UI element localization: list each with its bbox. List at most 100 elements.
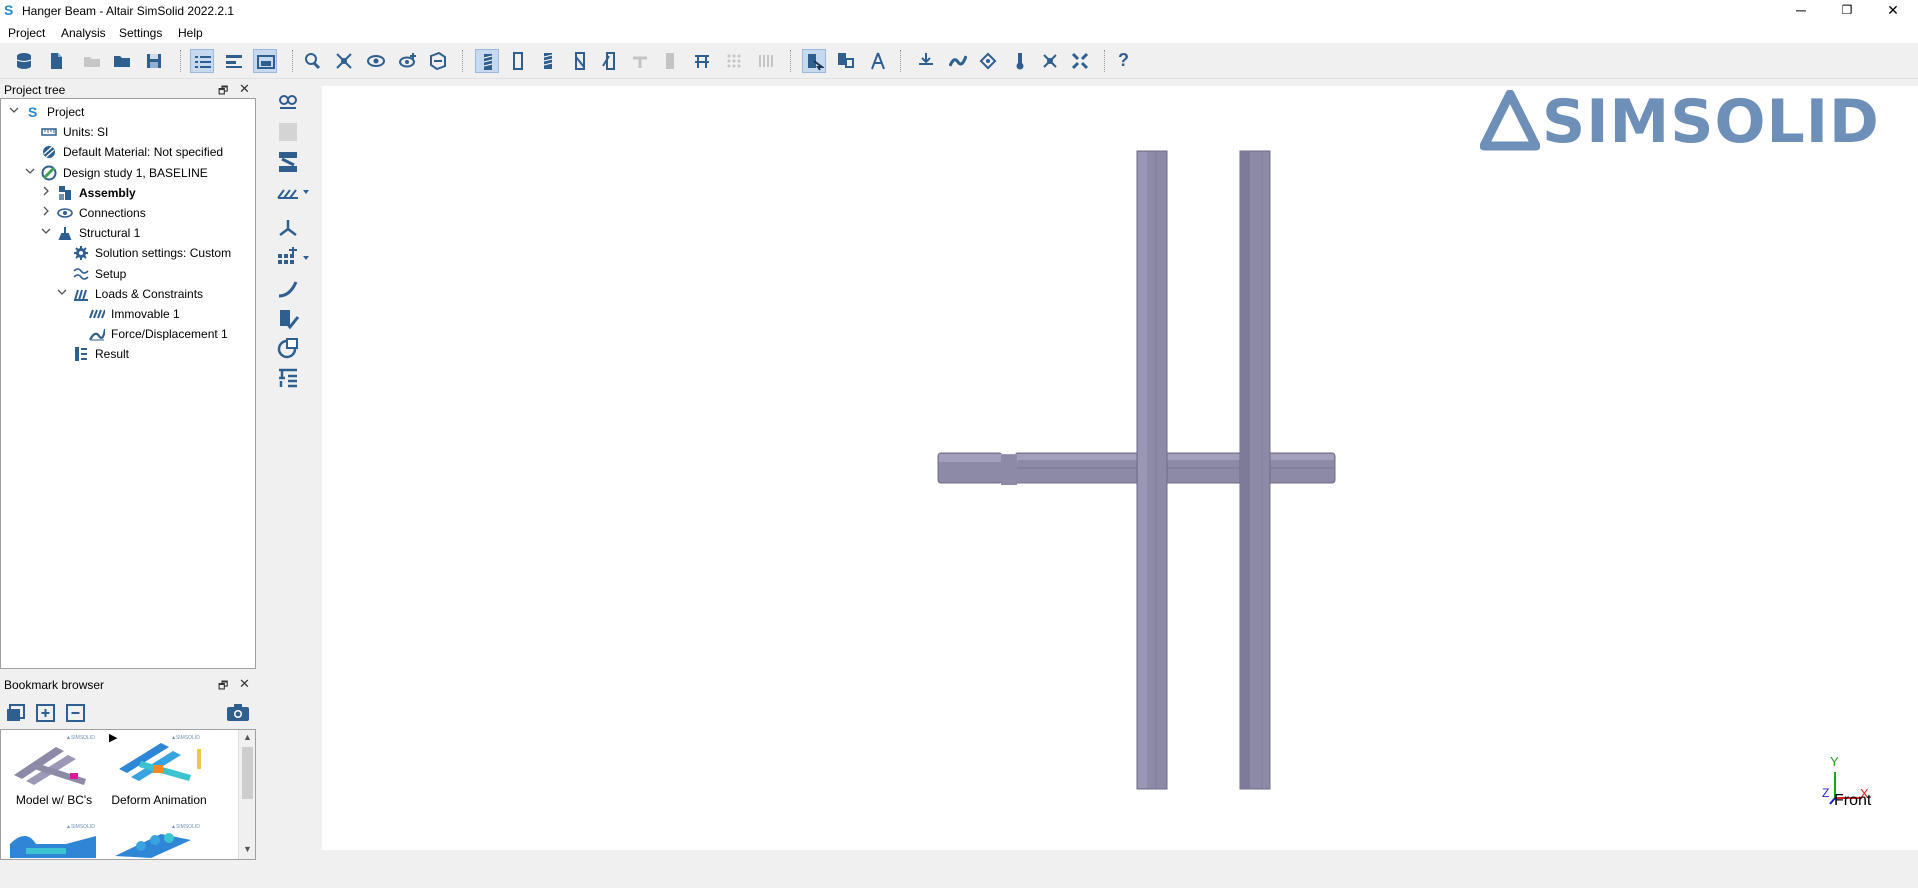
- material-icon: [41, 144, 57, 160]
- close-panel-icon[interactable]: ✕: [239, 676, 250, 692]
- float-panel-icon[interactable]: 🗗: [218, 677, 228, 696]
- chevron-right-icon[interactable]: [41, 206, 51, 219]
- gear-icon: [73, 245, 89, 261]
- bookmark-thumbnail[interactable]: ▲SIMSOLID: [6, 822, 100, 859]
- restore-button[interactable]: ❐: [1824, 0, 1870, 22]
- toolbar-separator: [900, 50, 902, 72]
- add-connection-icon[interactable]: [1068, 49, 1092, 73]
- axes-triad-icon[interactable]: [276, 216, 300, 240]
- menu-help[interactable]: Help: [178, 26, 203, 40]
- edges-mode-icon[interactable]: [536, 49, 560, 73]
- wireframe-mode-icon[interactable]: [506, 49, 530, 73]
- chevron-down-icon[interactable]: [57, 287, 67, 300]
- auto-connect-icon[interactable]: [276, 90, 300, 114]
- chevron-down-icon[interactable]: [41, 226, 51, 239]
- settings-list-icon[interactable]: [276, 366, 300, 390]
- disabled-bolts-icon: [754, 49, 778, 73]
- 3d-viewport[interactable]: SIMSOLID Y Z X Front: [322, 86, 1918, 850]
- rotate-view-icon[interactable]: [276, 336, 300, 360]
- measure-icon[interactable]: [866, 49, 890, 73]
- menu-settings[interactable]: Settings: [119, 26, 162, 40]
- open-folder-icon[interactable]: [110, 49, 134, 73]
- menu-project[interactable]: Project: [8, 26, 45, 40]
- bookmark-thumbnail[interactable]: ▲SIMSOLID: [111, 822, 205, 859]
- vertical-beam-right[interactable]: [1239, 150, 1271, 790]
- chevron-down-icon[interactable]: [25, 166, 35, 179]
- bookmark-scrollbar[interactable]: ▲ ▼: [238, 730, 255, 859]
- bookmark-browser-title: Bookmark browser: [4, 678, 105, 692]
- curve-tool-icon[interactable]: [276, 276, 300, 300]
- collapse-bookmarks-icon[interactable]: [66, 703, 86, 726]
- design-study-icon: [41, 165, 57, 181]
- open-disabled-icon: [80, 49, 104, 73]
- bookmark-toolbar: [0, 700, 256, 726]
- camera-icon[interactable]: [226, 703, 250, 726]
- tree-node-label: Project: [47, 105, 85, 119]
- select-part-icon[interactable]: [802, 49, 826, 73]
- add-immovable-icon[interactable]: [914, 49, 938, 73]
- menu-bar: Project Analysis Settings Help: [0, 22, 1918, 43]
- tree-node-label: Loads & Constraints: [95, 286, 204, 301]
- database-icon[interactable]: [12, 49, 36, 73]
- shaded-mode-icon[interactable]: [475, 49, 499, 73]
- transparency-icon[interactable]: [568, 49, 592, 73]
- isolate-icon[interactable]: [332, 49, 356, 73]
- add-gravity-icon[interactable]: [1038, 49, 1062, 73]
- bookmark-label: Deform Animation: [111, 793, 207, 807]
- svg-text:▲SIMSOLID: ▲SIMSOLID: [66, 735, 95, 741]
- tree-node-label: Solution settings: Custom: [95, 246, 232, 261]
- bookmark-thumbnail-deform[interactable]: ▲SIMSOLID: [111, 733, 205, 788]
- close-button[interactable]: ✕: [1870, 0, 1916, 22]
- bookmark-browser-header: Bookmark browser 🗗 ✕: [0, 676, 256, 693]
- zoom-fit-icon[interactable]: [300, 49, 324, 73]
- close-panel-icon[interactable]: ✕: [239, 81, 250, 97]
- svg-text:S: S: [28, 104, 37, 120]
- show-eye-icon[interactable]: [364, 49, 388, 73]
- window-title: Hanger Beam - Altair SimSolid 2022.2.1: [22, 4, 235, 18]
- add-bookmark-icon[interactable]: [6, 703, 26, 726]
- vertical-beam-left[interactable]: [1136, 150, 1168, 790]
- project-tree-toggle-icon[interactable]: [190, 49, 214, 73]
- select-faces-icon[interactable]: [834, 49, 858, 73]
- bookmark-panel-icon[interactable]: [253, 49, 277, 73]
- point-grid-dropdown-icon[interactable]: [276, 246, 312, 270]
- hide-eye-icon[interactable]: [396, 49, 420, 73]
- add-force-icon[interactable]: [946, 49, 970, 73]
- add-thermal-icon[interactable]: [1008, 49, 1032, 73]
- simsolid-logo-icon: S: [25, 104, 41, 120]
- chevron-down-icon[interactable]: [9, 105, 19, 118]
- add-pressure-icon[interactable]: [976, 49, 1000, 73]
- connection-tool-icon[interactable]: [690, 49, 714, 73]
- save-icon[interactable]: [142, 49, 166, 73]
- tree-node-label: Force/Displacement 1: [111, 327, 228, 342]
- bookmark-list: ▲SIMSOLID Model w/ BC's ▶ ▲SIMSOLID Defo…: [0, 729, 256, 860]
- menu-analysis[interactable]: Analysis: [61, 26, 106, 40]
- tree-node-label: Immovable 1: [111, 307, 180, 321]
- model-canvas[interactable]: [322, 86, 1918, 850]
- check-result-icon[interactable]: [276, 308, 300, 332]
- minimize-button[interactable]: ─: [1778, 0, 1824, 22]
- help-icon[interactable]: ?: [1112, 49, 1136, 73]
- immovable-icon: [89, 306, 106, 322]
- chevron-right-icon[interactable]: [41, 186, 51, 199]
- tree-node-label: Default Material: Not specified: [63, 145, 224, 160]
- section-view-icon[interactable]: [426, 49, 450, 73]
- assembly-icon: [57, 185, 73, 201]
- properties-panel-icon[interactable]: [222, 49, 246, 73]
- bookmark-thumbnail-model[interactable]: ▲SIMSOLID: [6, 733, 100, 788]
- spot-weld-icon[interactable]: [276, 150, 300, 174]
- expand-bookmarks-icon[interactable]: [36, 703, 56, 726]
- triad-z-label: Z: [1822, 786, 1830, 800]
- part-color-icon[interactable]: [598, 49, 622, 73]
- new-file-icon[interactable]: [44, 49, 68, 73]
- brand-text: SIMSOLID: [1542, 87, 1880, 157]
- material-hatch-dropdown-icon[interactable]: [276, 180, 312, 204]
- toolbar-separator: [790, 50, 792, 72]
- scroll-up-icon[interactable]: ▲: [243, 732, 252, 742]
- tree-node-label: Structural 1: [79, 226, 141, 241]
- tree-node-label: Design study 1, BASELINE: [63, 165, 208, 180]
- ruler-icon: [41, 124, 57, 140]
- scrollbar-thumb[interactable]: [242, 747, 253, 799]
- tree-node-label: Units: SI: [63, 125, 109, 140]
- scroll-down-icon[interactable]: ▼: [243, 844, 252, 854]
